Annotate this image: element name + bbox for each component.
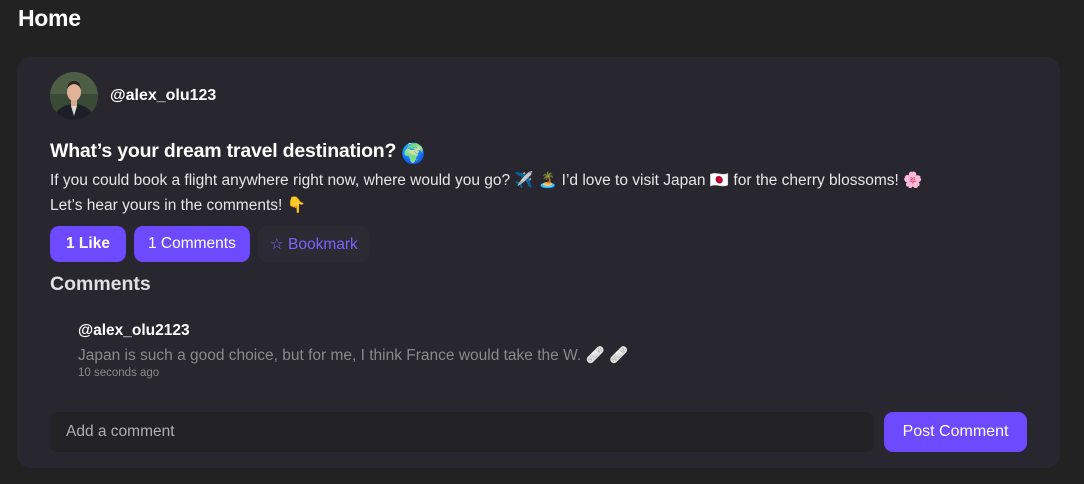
- post-card: @alex_olu123 What’s your dream travel de…: [17, 57, 1060, 468]
- post-actions: 1 Like 1 Comments ☆ Bookmark: [50, 226, 370, 262]
- comment-timestamp: 10 seconds ago: [78, 367, 160, 379]
- comments-heading: Comments: [50, 273, 151, 295]
- post-comment-button[interactable]: Post Comment: [884, 412, 1027, 452]
- like-button[interactable]: 1 Like: [50, 226, 126, 262]
- comment-item: @alex_olu2123 Japan is such a good choic…: [78, 322, 978, 379]
- avatar-image: [50, 72, 98, 120]
- bookmark-button[interactable]: ☆ Bookmark: [257, 226, 370, 262]
- post-title-text: What’s your dream travel destination?: [50, 140, 397, 162]
- post-title: What’s your dream travel destination? 🌍: [50, 140, 426, 166]
- page-title: Home: [18, 5, 81, 31]
- post-body-line-2: Let’s hear yours in the comments! 👇: [50, 197, 306, 214]
- comment-input[interactable]: [50, 412, 874, 452]
- globe-icon: 🌍: [401, 143, 426, 165]
- avatar[interactable]: [50, 72, 98, 120]
- post-body-line-1: If you could book a flight anywhere righ…: [50, 172, 923, 189]
- comment-author[interactable]: @alex_olu2123: [78, 322, 978, 340]
- post-body: If you could book a flight anywhere righ…: [50, 168, 1040, 218]
- post-author-username[interactable]: @alex_olu123: [110, 87, 216, 105]
- comment-text: Japan is such a good choice, but for me,…: [78, 347, 629, 364]
- comments-button[interactable]: 1 Comments: [133, 226, 250, 262]
